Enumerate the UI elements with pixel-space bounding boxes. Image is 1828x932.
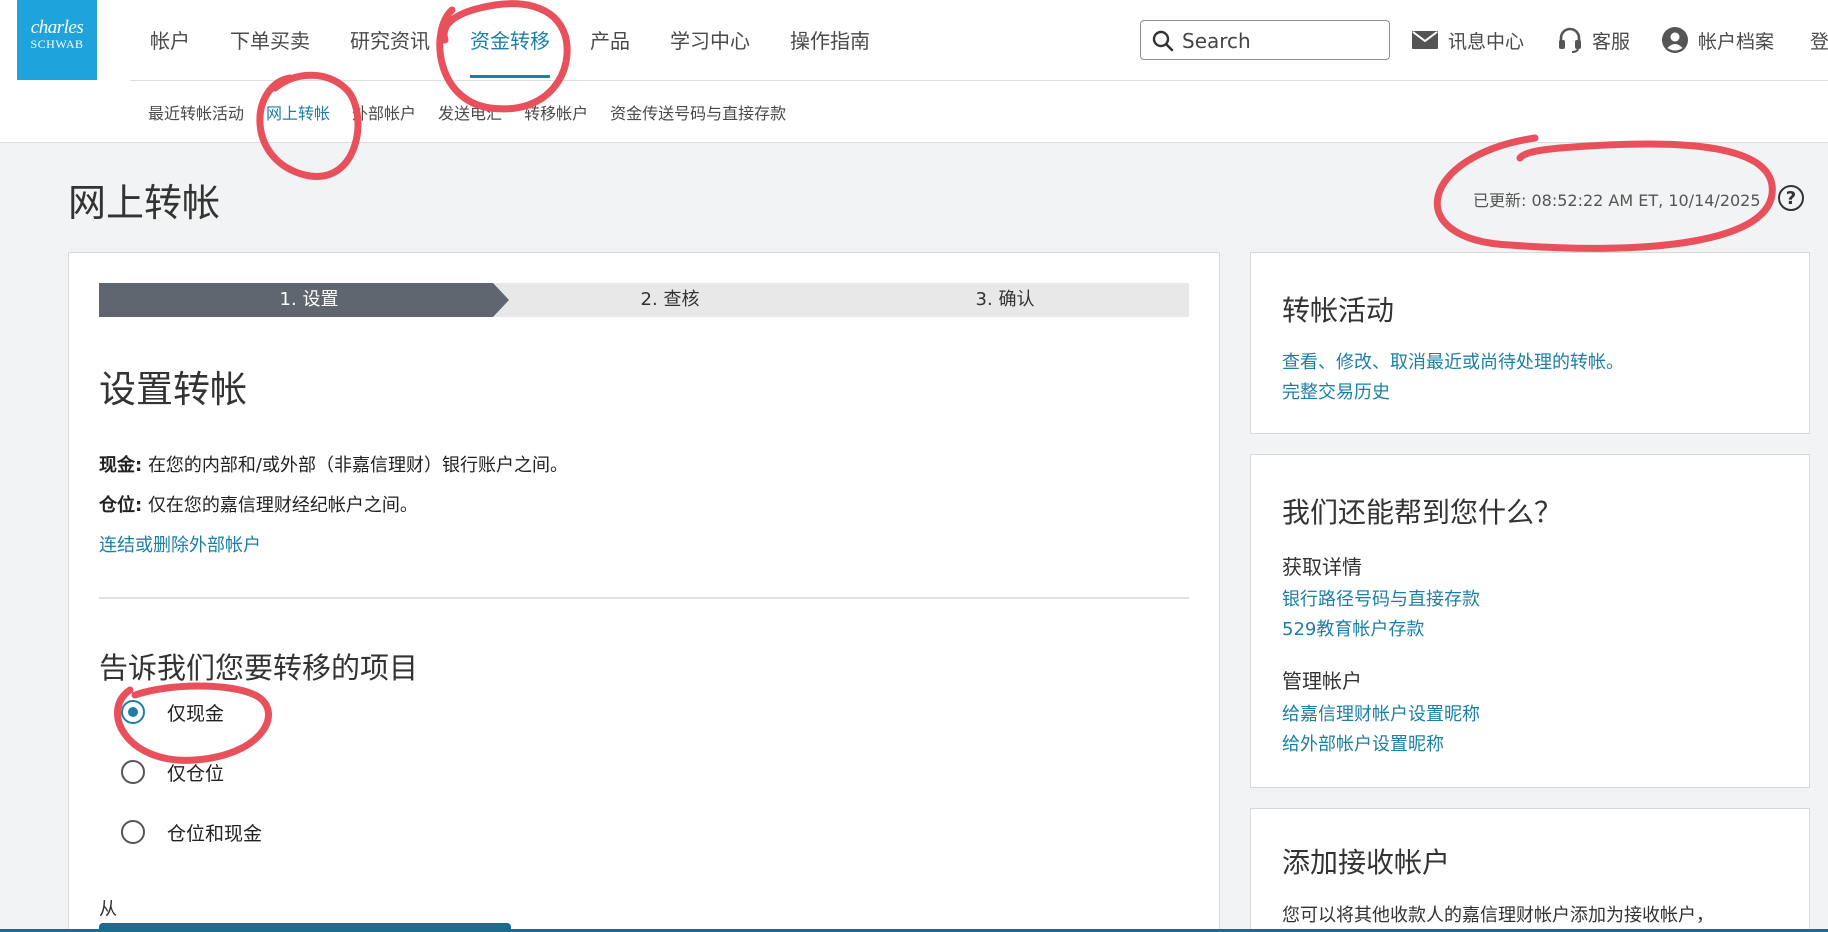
help-group2-title: 管理帐户 [1282,669,1362,693]
step-review: 2. 查核 [493,283,847,317]
logo-line1: charles [30,17,84,38]
position-text: 仅在您的嘉信理财经纪帐户之间。 [147,495,418,516]
help-icon[interactable]: ? [1778,185,1804,211]
nav-divider [130,80,1828,81]
sub-nav: 最近转帐活动 网上转帐 外部帐户 发送电汇 转移帐户 资金传送号码与直接存款 [148,100,808,124]
position-description: 仓位: 仅在您的嘉信理财经纪帐户之间。 [99,491,418,517]
nav-research[interactable]: 研究资讯 [350,0,430,80]
setup-title: 设置转帐 [99,368,247,411]
transfer-setup-card: 1. 设置 2. 查核 3. 确认 设置转帐 现金: 在您的内部和/或外部（非嘉… [68,252,1220,932]
radio-cash-only[interactable]: 仅现金 [121,697,321,727]
radio-positions-and-cash-label: 仓位和现金 [167,822,263,845]
nav-how-to[interactable]: 操作指南 [790,0,870,80]
add-recipient-text: 您可以将其他收款人的嘉信理财帐户添加为接收帐户， [1282,905,1714,926]
help-card: 我们还能帮到您什么？ 获取详情 银行路径号码与直接存款 529教育帐户存款 管理… [1250,454,1810,788]
step-review-label: 2. 查核 [640,289,700,310]
link-529-deposit[interactable]: 529教育帐户存款 [1282,615,1424,641]
profile-link[interactable]: 帐户档案 [1662,0,1774,80]
last-updated-timestamp: 已更新: 08:52:22 AM ET, 10/14/2025 [1473,191,1761,210]
login-label: 登 [1810,30,1828,53]
transfer-activity-title: 转帐活动 [1282,294,1395,327]
search-box[interactable] [1140,20,1390,60]
nav-move-money[interactable]: 资金转移 [470,0,550,80]
cash-text: 在您的内部和/或外部（非嘉信理财）银行账户之间。 [147,455,568,476]
radio-cash-only-label: 仅现金 [167,702,225,725]
envelope-icon [1412,31,1438,49]
logo-line2: SCHWAB [30,37,84,51]
transfer-activity-card: 转帐活动 查看、修改、取消最近或尚待处理的转帐。 完整交易历史 [1250,252,1810,434]
subnav-send-wire[interactable]: 发送电汇 [438,100,502,124]
help-card-title: 我们还能帮到您什么？ [1282,496,1563,529]
message-center-link[interactable]: 讯息中心 [1412,0,1524,80]
cash-label: 现金: [99,455,143,476]
cash-description: 现金: 在您的内部和/或外部（非嘉信理财）银行账户之间。 [99,451,568,477]
schwab-logo[interactable]: charles SCHWAB [17,0,97,80]
login-link[interactable]: 登 [1810,0,1828,80]
transfer-type-question: 告诉我们您要转移的项目 [99,651,419,685]
step-indicator: 1. 设置 2. 查核 3. 确认 [99,283,1189,317]
add-recipient-title: 添加接收帐户 [1282,846,1451,879]
radio-positions-and-cash[interactable]: 仓位和现金 [121,817,321,847]
top-header: charles SCHWAB 帐户 下单买卖 研究资讯 资金转移 产品 学习中心… [0,0,1828,143]
search-icon [1152,30,1174,52]
radio-dot[interactable] [121,760,145,784]
main-nav: 帐户 下单买卖 研究资讯 资金转移 产品 学习中心 操作指南 [130,0,890,80]
nav-trade[interactable]: 下单买卖 [230,0,310,80]
subnav-transfer-account[interactable]: 转移帐户 [524,100,588,124]
link-remove-external-accounts[interactable]: 连结或删除外部帐户 [99,531,261,557]
step-confirm: 3. 确认 [821,283,1189,317]
from-label: 从 [99,899,117,920]
customer-service-label: 客服 [1592,30,1631,53]
subnav-online-transfer[interactable]: 网上转帐 [266,100,330,124]
search-input[interactable] [1182,28,1382,54]
subnav-routing-direct-deposit[interactable]: 资金传送号码与直接存款 [610,100,786,124]
help-group1-title: 获取详情 [1282,555,1362,579]
link-full-transaction-history[interactable]: 完整交易历史 [1282,378,1390,404]
profile-label: 帐户档案 [1698,30,1775,53]
radio-dot-selected[interactable] [121,700,145,724]
nav-products[interactable]: 产品 [590,0,630,80]
link-nickname-schwab-account[interactable]: 给嘉信理财帐户设置昵称 [1282,700,1480,726]
step-setup: 1. 设置 [99,283,519,317]
radio-dot[interactable] [121,820,145,844]
nav-accounts[interactable]: 帐户 [150,0,190,80]
section-divider [99,597,1189,599]
customer-service-link[interactable]: 客服 [1558,0,1630,80]
page-title: 网上转帐 [68,181,221,225]
user-icon [1662,27,1688,53]
radio-positions-only[interactable]: 仅仓位 [121,757,321,787]
position-label: 仓位: [99,495,143,516]
radio-positions-only-label: 仅仓位 [167,762,225,785]
subnav-recent-transfers[interactable]: 最近转帐活动 [148,100,244,124]
nav-learning-center[interactable]: 学习中心 [670,0,750,80]
step-confirm-label: 3. 确认 [975,289,1035,310]
message-center-label: 讯息中心 [1448,30,1525,53]
add-recipient-card: 添加接收帐户 您可以将其他收款人的嘉信理财帐户添加为接收帐户， [1250,808,1810,932]
link-view-recent-transfers[interactable]: 查看、修改、取消最近或尚待处理的转帐。 [1282,348,1624,374]
subnav-external-accounts[interactable]: 外部帐户 [352,100,416,124]
headset-icon [1559,27,1581,53]
link-nickname-external-account[interactable]: 给外部帐户设置昵称 [1282,730,1444,756]
link-routing-direct-deposit[interactable]: 银行路径号码与直接存款 [1282,585,1480,611]
